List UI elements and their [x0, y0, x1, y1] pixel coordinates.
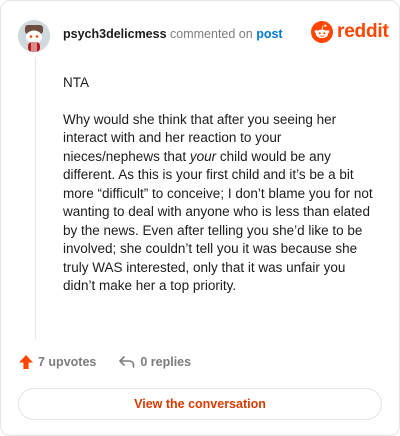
upvote-arrow-icon [19, 355, 33, 369]
username-link[interactable]: psych3delicmess [63, 27, 167, 41]
comment-card: psych3delicmess commented on post reddit… [0, 0, 400, 436]
upvote-button[interactable]: 7 upvotes [18, 354, 96, 370]
comment-paragraph: Why would she think that after you seein… [63, 111, 378, 296]
reply-arrow-icon [119, 356, 135, 368]
comment-emphasis: your [189, 148, 217, 164]
view-conversation-button[interactable]: View the conversation [18, 388, 382, 420]
reddit-wordmark: reddit [337, 21, 389, 42]
user-avatar[interactable] [18, 20, 50, 52]
comment-header: psych3delicmess commented on post [63, 26, 283, 42]
reply-button[interactable]: 0 replies [118, 354, 191, 370]
thread-line [35, 57, 36, 339]
upvote-count: 7 upvotes [38, 355, 97, 369]
comment-paragraph: NTA [63, 75, 89, 90]
reply-count: 0 replies [140, 355, 192, 369]
post-link[interactable]: post [256, 27, 282, 41]
reddit-snoo-icon [311, 21, 333, 43]
action-text: commented on [170, 27, 253, 41]
comment-body: NTA Why would she think that after you s… [63, 74, 378, 314]
comment-stats: 7 upvotes 0 replies [18, 354, 191, 370]
comment-text: child would be any different. As this is… [63, 148, 373, 294]
reddit-logo[interactable]: reddit [311, 21, 389, 43]
avatar-snoo-image [18, 20, 50, 52]
